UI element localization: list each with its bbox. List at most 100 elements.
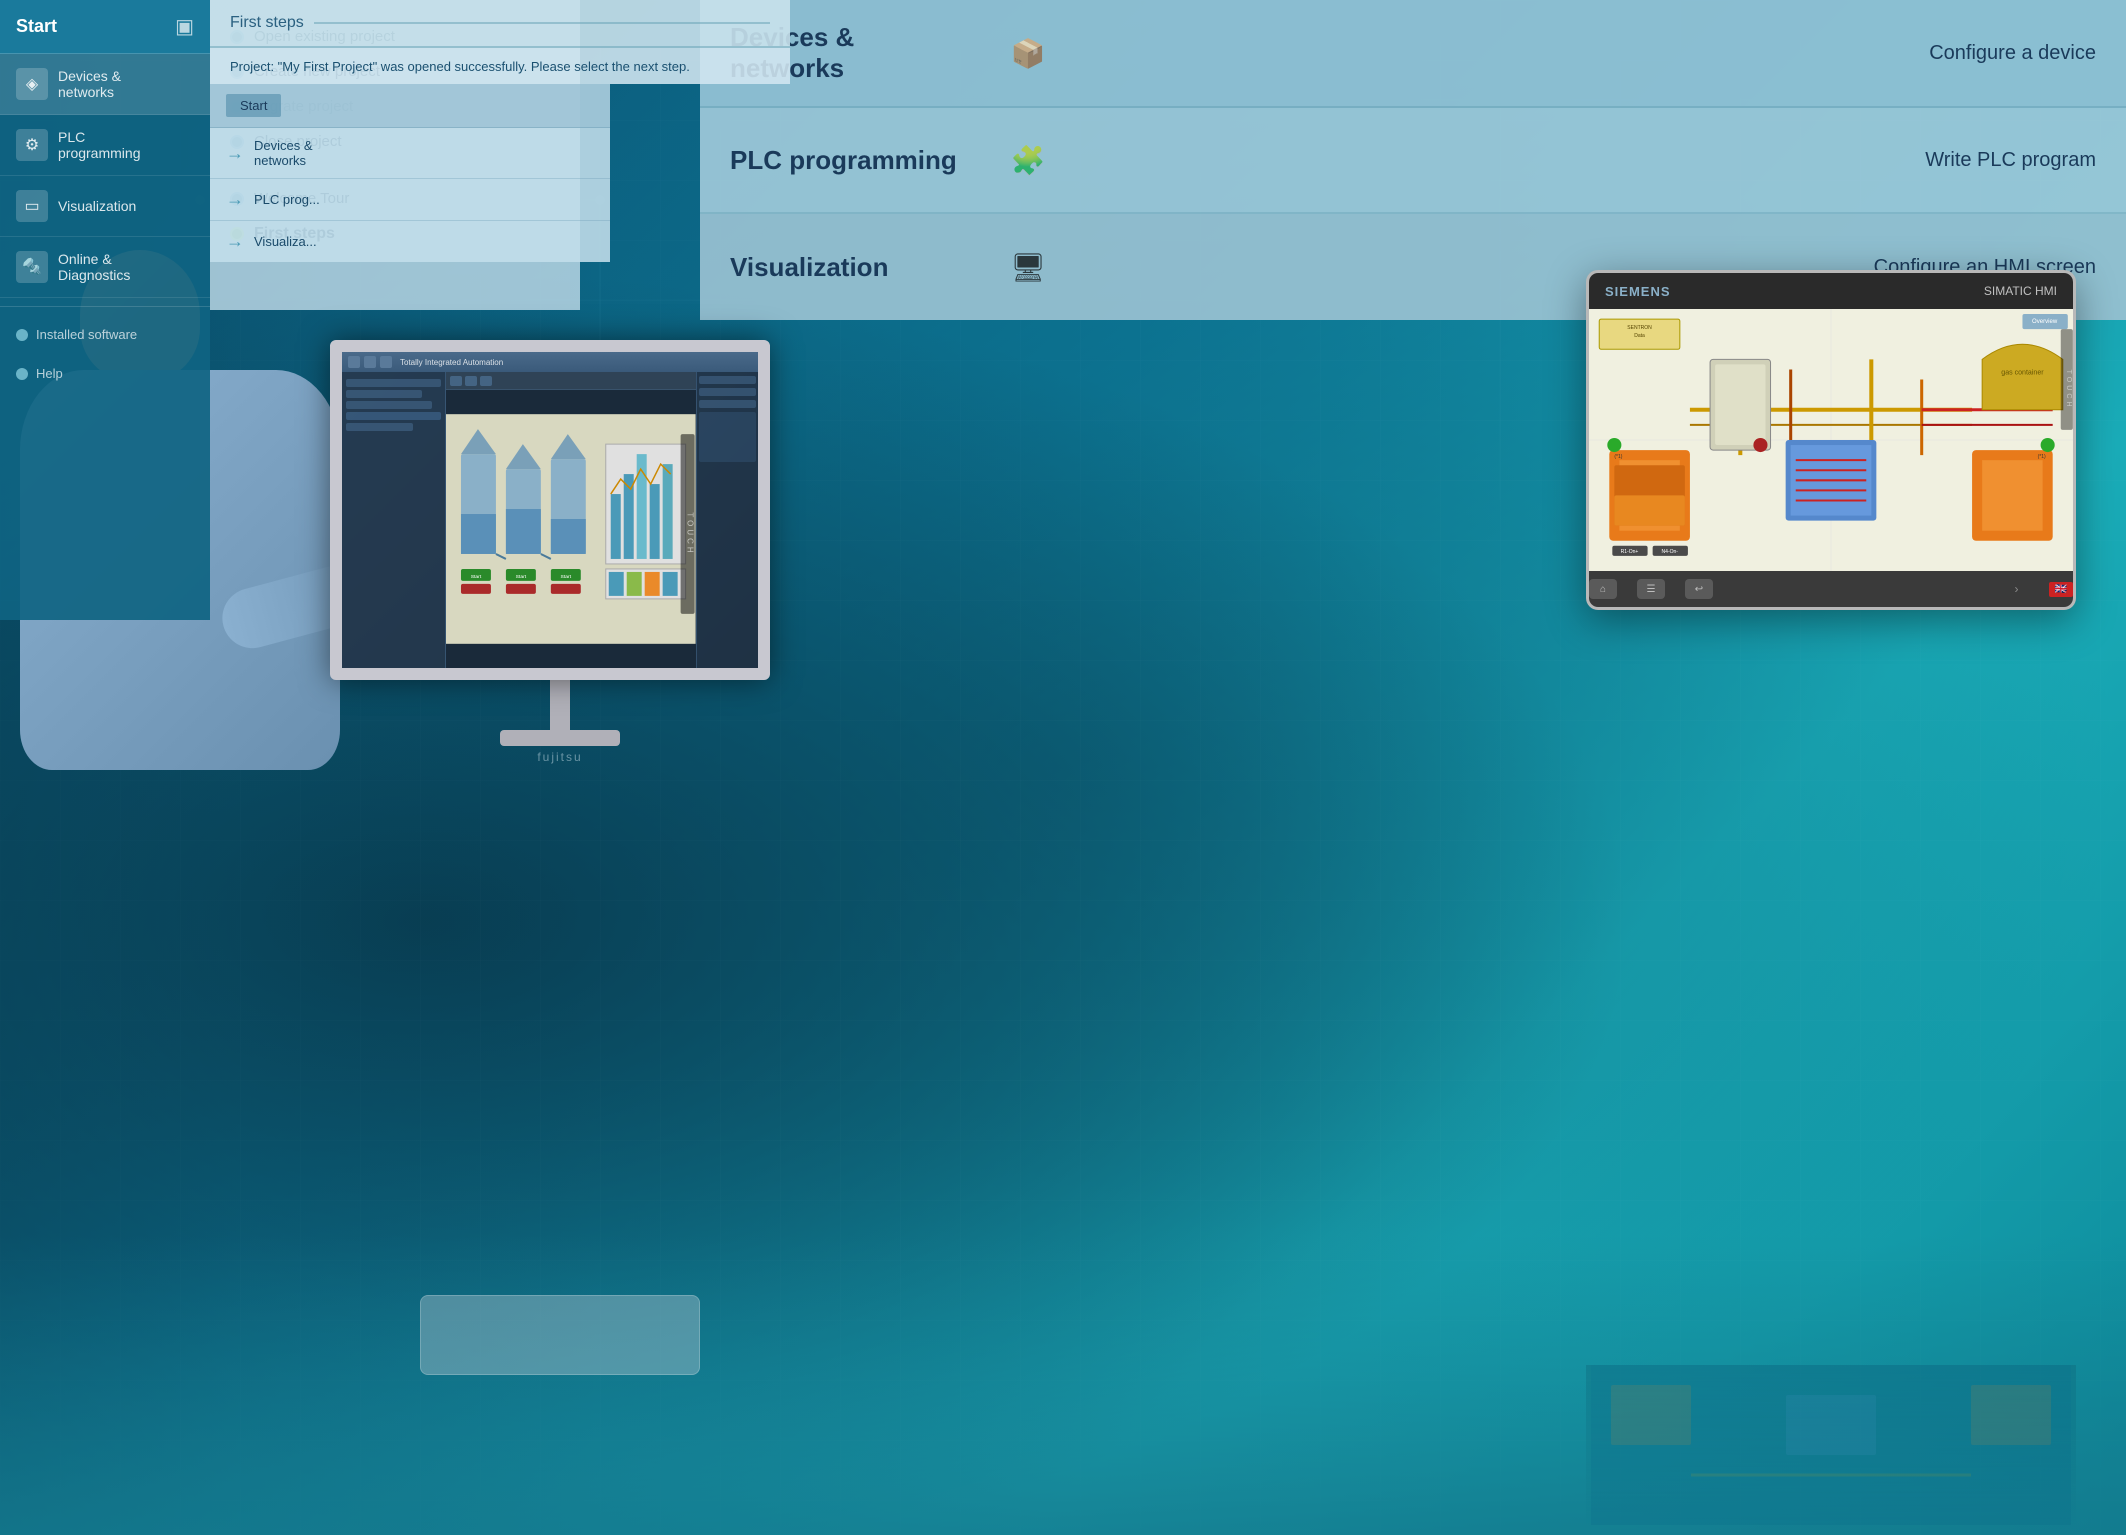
plc-icon: ⚙: [16, 129, 48, 161]
hmi-forward-btn: ›: [2015, 582, 2029, 596]
feature-viz-icon: 🖥: [1000, 242, 1056, 292]
svg-text:R1-On+: R1-On+: [1621, 549, 1639, 555]
hmi-back-btn[interactable]: ↩: [1685, 579, 1713, 599]
hmi-panel-container: SIEMENS SIMATIC HMI: [1586, 270, 2076, 660]
svg-text:Start: Start: [561, 574, 572, 580]
tia-tree-item: [346, 390, 422, 398]
hmi-device: SIEMENS SIMATIC HMI: [1586, 270, 2076, 610]
portal-step-viz-label: Visualiza...: [254, 234, 317, 249]
tia-screen-body: Start Start Start: [342, 372, 758, 668]
hmi-process-svg: gas container (*1) (*1) R1-On+ N4-On-: [1589, 309, 2073, 571]
hmi-model: SIMATIC HMI: [1984, 284, 2057, 298]
monitor-container: Totally Integrated Automation: [330, 340, 790, 770]
sidebar-item-plc[interactable]: ⚙ PLCprogramming: [0, 115, 210, 176]
sidebar-item-installed[interactable]: Installed software: [0, 315, 210, 354]
svg-text:TOUCH: TOUCH: [2065, 370, 2072, 410]
devices-icon: ◈: [16, 68, 48, 100]
hmi-menu-btn[interactable]: ☰: [1637, 579, 1665, 599]
svg-text:Start: Start: [516, 574, 527, 580]
sidebar-item-visualization[interactable]: ▭ Visualization: [0, 176, 210, 237]
tia-tool-2: [465, 376, 477, 386]
feature-devices-action: Configure a device: [1929, 42, 2096, 65]
hmi-home-btn[interactable]: ⌂: [1589, 579, 1617, 599]
help-label: Help: [36, 366, 63, 381]
portal-step-start[interactable]: Start: [210, 84, 610, 128]
sidebar-item-help[interactable]: Help: [0, 354, 210, 393]
project-notification-text: Project: "My First Project" was opened s…: [230, 59, 690, 74]
sidebar-icon: ▣: [175, 14, 194, 39]
sidebar-item-online[interactable]: 🔩 Online &Diagnostics: [0, 237, 210, 298]
hmi-screen: gas container (*1) (*1) R1-On+ N4-On-: [1589, 309, 2073, 571]
portal-step-viz[interactable]: → Visualiza...: [210, 221, 610, 262]
feature-plc-action: Write PLC program: [1925, 149, 2096, 172]
tia-right-panel: [696, 372, 758, 668]
feature-plc-title: PLC programming: [730, 145, 980, 176]
right-panel-item: [699, 376, 756, 384]
sidebar-title: Start: [16, 16, 57, 37]
sidebar-item-online-label: Online &Diagnostics: [58, 251, 130, 283]
tia-tool-1: [450, 376, 462, 386]
tia-screen-title: Totally Integrated Automation: [400, 358, 503, 367]
installed-software-label: Installed software: [36, 327, 137, 342]
monitor-brand: fujitsu: [330, 750, 790, 764]
tia-btn-2: [364, 356, 376, 368]
hmi-reflection-svg: [1586, 1365, 2076, 1525]
tia-main-area: Start Start Start: [446, 372, 696, 668]
hmi-brand: SIEMENS: [1605, 284, 1671, 299]
tia-btn-1: [348, 356, 360, 368]
first-steps-bar: First steps: [210, 0, 790, 48]
online-icon: 🔩: [16, 251, 48, 283]
feature-card-devices[interactable]: Devices &networks 📦 Configure a device: [700, 0, 2126, 108]
tia-screen-header: Totally Integrated Automation: [342, 352, 758, 372]
process-diagram: gas container (*1) (*1) R1-On+ N4-On-: [1589, 309, 2073, 571]
keyboard: [420, 1295, 700, 1375]
tia-tool-3: [480, 376, 492, 386]
sidebar-item-devices[interactable]: ◈ Devices &networks: [0, 54, 210, 115]
portal-steps-panel: Start → Devices &networks → PLC prog... …: [210, 84, 610, 262]
portal-step-plc-label: PLC prog...: [254, 192, 320, 207]
tia-toolbar: [446, 372, 696, 390]
svg-text:(*1): (*1): [2038, 454, 2046, 460]
tia-tree-item: [346, 401, 432, 409]
svg-text:SENTRON: SENTRON: [1627, 325, 1652, 331]
tia-tree-item: [346, 423, 413, 431]
tia-btn-3: [380, 356, 392, 368]
right-panel-item: [699, 388, 756, 396]
portal-arrow-plc: →: [226, 189, 244, 210]
svg-text:Overview: Overview: [2032, 319, 2058, 325]
feature-devices-icon: 📦: [1000, 28, 1056, 78]
keyboard-keys: [421, 1296, 699, 1312]
svg-text:Data: Data: [1634, 333, 1645, 339]
project-notification-bar: Project: "My First Project" was opened s…: [210, 48, 790, 84]
hmi-header: SIEMENS SIMATIC HMI: [1589, 273, 2073, 309]
process-svg: Start Start Start: [446, 390, 696, 668]
portal-step-plc[interactable]: → PLC prog...: [210, 179, 610, 221]
feature-card-plc[interactable]: PLC programming 🧩 Write PLC program: [700, 108, 2126, 214]
sidebar-item-devices-label: Devices &networks: [58, 68, 121, 100]
monitor-screen: Totally Integrated Automation: [330, 340, 770, 680]
sidebar-divider-1: [0, 306, 210, 307]
portal-step-start-btn[interactable]: Start: [226, 94, 281, 117]
portal-step-devices-label: Devices &networks: [254, 138, 313, 168]
sidebar-header: Start ▣: [0, 0, 210, 54]
sidebar: Start ▣ ◈ Devices &networks ⚙ PLCprogram…: [0, 0, 210, 620]
portal-arrow-viz: →: [226, 231, 244, 252]
visualization-icon: ▭: [16, 190, 48, 222]
portal-start-label: Start: [240, 98, 267, 113]
help-dot: [16, 368, 28, 380]
hmi-reflection: [1586, 1365, 2076, 1525]
monitor-base: [500, 730, 620, 746]
tia-tree-item: [346, 412, 441, 420]
first-steps-divider: [314, 22, 770, 24]
installed-dot: [16, 329, 28, 341]
svg-text:TOUCH: TOUCH: [686, 512, 695, 555]
right-panel-item: [699, 400, 756, 408]
sidebar-item-visualization-label: Visualization: [58, 198, 136, 214]
portal-step-devices[interactable]: → Devices &networks: [210, 128, 610, 179]
feature-viz-title: Visualization: [730, 252, 980, 283]
monitor-stand: [550, 680, 570, 730]
portal-arrow-devices: →: [226, 143, 244, 164]
svg-text:N4-On-: N4-On-: [1662, 549, 1679, 555]
first-steps-label: First steps: [230, 14, 304, 32]
right-panel-item: [699, 412, 756, 462]
